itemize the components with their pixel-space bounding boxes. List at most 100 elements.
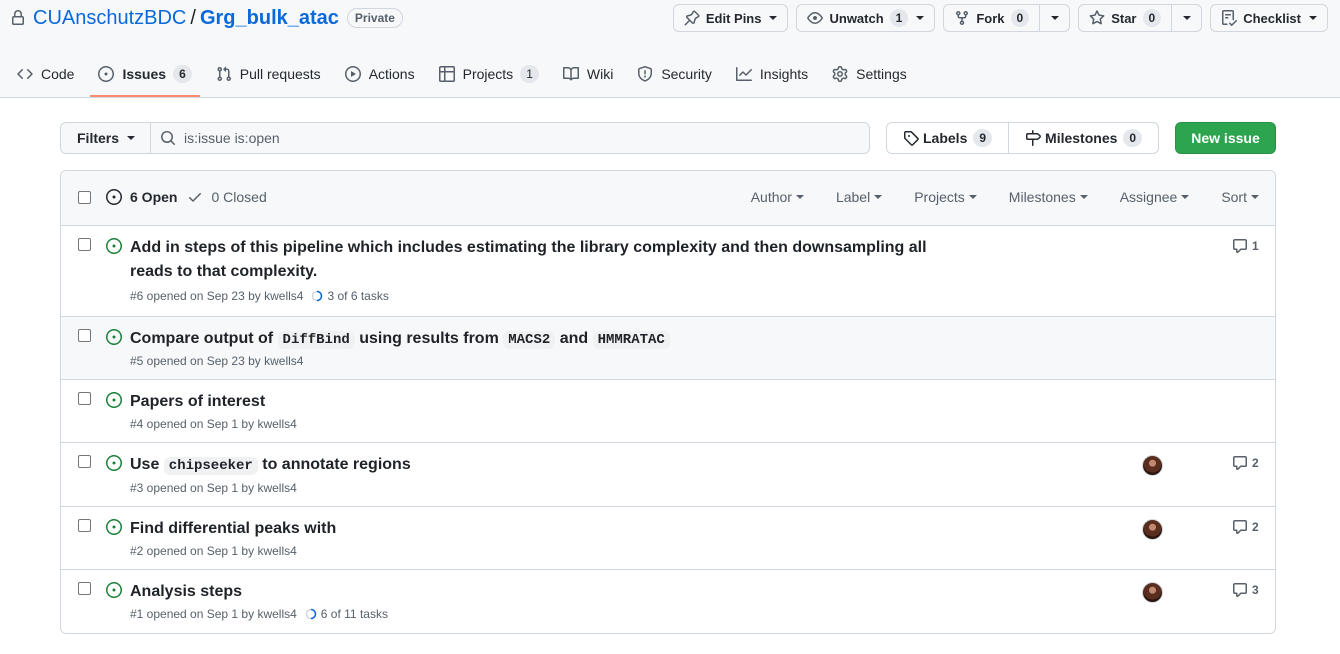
issue-opened-icon xyxy=(106,582,122,598)
repo-owner-link[interactable]: CUAnschutzBDC xyxy=(33,7,186,30)
comments-link[interactable]: 2 xyxy=(1232,455,1259,471)
pin-icon xyxy=(684,10,700,26)
issue-opened-by: #5 opened on Sep 23 by kwells4 xyxy=(130,354,304,368)
task-progress-label: 3 of 6 tasks xyxy=(327,289,389,303)
comments-count: 2 xyxy=(1252,520,1259,534)
select-all-checkbox[interactable] xyxy=(78,191,91,204)
tab-pull-requests[interactable]: Pull requests xyxy=(208,52,329,96)
book-icon xyxy=(562,66,579,81)
issue-opened-icon xyxy=(106,392,122,408)
tab-settings[interactable]: Settings xyxy=(824,52,915,96)
tab-security[interactable]: Security xyxy=(629,52,720,96)
issue-row: Use chipseeker to annotate regions #3 op… xyxy=(61,443,1275,507)
star-icon xyxy=(1089,10,1105,25)
issues-list-header: 6 Open 0 Closed Author Label Projects Mi… xyxy=(61,171,1275,226)
tab-wiki-label: Wiki xyxy=(586,66,614,82)
graph-icon xyxy=(735,67,752,81)
closed-issues-label: 0 Closed xyxy=(211,189,267,205)
sort-dropdown[interactable]: Sort xyxy=(1221,189,1259,205)
fork-dropdown-button[interactable] xyxy=(1040,4,1071,32)
comments-link[interactable]: 1 xyxy=(1232,238,1259,254)
labels-button[interactable]: Labels 9 xyxy=(886,122,1010,154)
fork-button[interactable]: Fork 0 xyxy=(943,4,1041,32)
title-code: HMMRATAC xyxy=(592,331,670,349)
comments-link[interactable]: 3 xyxy=(1232,582,1259,598)
milestone-icon xyxy=(1026,130,1042,146)
issue-opened-icon xyxy=(106,238,122,254)
issue-checkbox[interactable] xyxy=(78,455,91,468)
milestones-filter[interactable]: Milestones xyxy=(1009,189,1088,205)
code-icon xyxy=(17,68,33,80)
comments-count: 1 xyxy=(1252,239,1259,253)
tab-issues[interactable]: Issues 6 xyxy=(90,52,201,97)
assignee-avatar[interactable] xyxy=(1142,582,1163,603)
sort-label: Sort xyxy=(1221,189,1247,205)
edit-pins-button[interactable]: Edit Pins xyxy=(672,4,789,32)
issue-title-link[interactable]: Analysis steps xyxy=(130,580,970,604)
play-icon xyxy=(344,66,361,82)
comments-link[interactable]: 2 xyxy=(1232,519,1259,535)
issue-opened-icon xyxy=(98,66,115,82)
assignee-avatar[interactable] xyxy=(1142,519,1163,540)
repo-actions: Edit Pins Unwatch 1 Fork 0 Star 0 Checkl… xyxy=(672,4,1328,32)
chevron-down-icon xyxy=(769,16,778,20)
issue-title-link[interactable]: Compare output of DiffBind using results… xyxy=(130,327,970,352)
tab-wiki[interactable]: Wiki xyxy=(555,52,621,96)
issue-opened-icon xyxy=(106,189,122,205)
closed-issues-tab[interactable]: 0 Closed xyxy=(187,189,267,205)
new-issue-button[interactable]: New issue xyxy=(1175,122,1276,154)
issue-meta: #4 opened on Sep 1 by kwells4 xyxy=(130,417,297,431)
repo-name-link[interactable]: Grg_bulk_atac xyxy=(200,7,339,30)
search-input[interactable] xyxy=(184,130,844,146)
edit-pins-label: Edit Pins xyxy=(705,10,762,26)
title-text: Use xyxy=(130,456,164,473)
tag-icon xyxy=(904,131,919,146)
repo-header: CUAnschutzBDC / Grg_bulk_atac Private Ed… xyxy=(0,0,1340,98)
tab-projects[interactable]: Projects 1 xyxy=(431,52,547,96)
label-filter[interactable]: Label xyxy=(836,189,883,205)
star-dropdown-button[interactable] xyxy=(1172,4,1203,32)
issue-checkbox[interactable] xyxy=(78,329,91,342)
tab-actions[interactable]: Actions xyxy=(337,52,423,96)
fork-label: Fork xyxy=(976,10,1005,26)
fork-count: 0 xyxy=(1010,9,1030,27)
projects-count: 1 xyxy=(520,65,539,83)
title-text: using results from xyxy=(354,330,504,347)
checklist-button[interactable]: Checklist xyxy=(1210,4,1328,32)
projects-filter[interactable]: Projects xyxy=(914,189,977,205)
chevron-down-icon xyxy=(1050,16,1059,20)
tab-code[interactable]: Code xyxy=(9,52,82,96)
star-button[interactable]: Star 0 xyxy=(1078,4,1173,32)
open-issues-tab[interactable]: 6 Open xyxy=(106,189,177,205)
assignee-filter-label: Assignee xyxy=(1119,189,1178,205)
checklist-icon xyxy=(1222,10,1238,26)
unwatch-label: Unwatch xyxy=(829,10,884,26)
chevron-down-icon xyxy=(874,195,883,199)
gear-icon xyxy=(832,66,848,82)
tab-insights[interactable]: Insights xyxy=(728,52,816,96)
issue-checkbox[interactable] xyxy=(78,238,91,251)
state-tabs: 6 Open 0 Closed xyxy=(106,189,277,205)
assignee-avatar[interactable] xyxy=(1142,455,1163,476)
visibility-badge: Private xyxy=(346,8,403,28)
issue-checkbox[interactable] xyxy=(78,582,91,595)
assignee-filter[interactable]: Assignee xyxy=(1120,189,1190,205)
issue-checkbox[interactable] xyxy=(78,392,91,405)
title-code: chipseeker xyxy=(163,457,258,475)
issue-title-link[interactable]: Papers of interest xyxy=(130,390,970,414)
issue-title-link[interactable]: Add in steps of this pipeline which incl… xyxy=(130,236,970,284)
unwatch-button[interactable]: Unwatch 1 xyxy=(796,4,936,32)
milestones-count: 0 xyxy=(1123,129,1143,147)
author-filter[interactable]: Author xyxy=(751,189,804,205)
title-code: DiffBind xyxy=(277,331,355,349)
tab-pull-requests-label: Pull requests xyxy=(239,66,321,82)
issue-title-link[interactable]: Find differential peaks with xyxy=(130,517,970,541)
issue-checkbox[interactable] xyxy=(78,519,91,532)
chevron-down-icon xyxy=(916,16,925,20)
issue-title-link[interactable]: Use chipseeker to annotate regions xyxy=(130,453,970,478)
issue-opened-by: #4 opened on Sep 1 by kwells4 xyxy=(130,417,297,431)
comment-icon xyxy=(1233,520,1247,534)
milestones-filter-label: Milestones xyxy=(1008,189,1076,205)
filters-dropdown-button[interactable]: Filters xyxy=(60,122,151,154)
milestones-button[interactable]: Milestones 0 xyxy=(1009,122,1160,154)
